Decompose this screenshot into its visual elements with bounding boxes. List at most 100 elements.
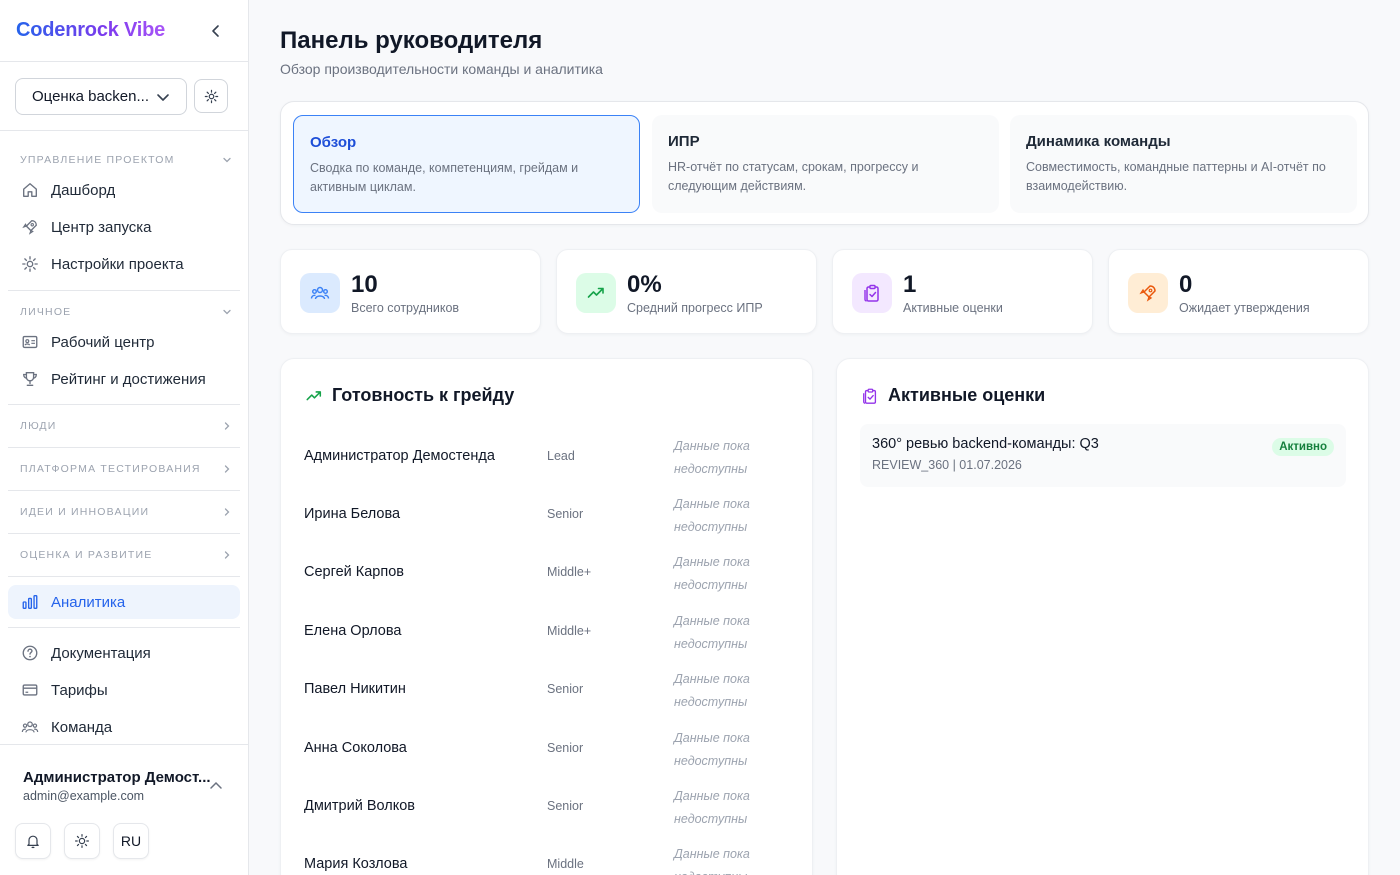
clipboard-check-icon (860, 386, 880, 406)
employee-name: Сергей Карпов (304, 564, 404, 580)
employee-grade: Senior (547, 682, 584, 696)
sidebar-item-team[interactable]: Команда (8, 710, 240, 744)
section-project-management[interactable]: Управление проектом (20, 154, 232, 166)
sidebar-item-launch-center[interactable]: Центр запуска (8, 210, 240, 244)
tab-idp[interactable]: ИПР HR-отчёт по статусам, срокам, прогре… (652, 115, 999, 213)
section-personal[interactable]: Личное (20, 306, 232, 318)
table-row[interactable]: Мария Козлова Middle Данные пока недосту… (304, 836, 784, 875)
tab-title: ИПР (668, 133, 700, 150)
sidebar-item-label: Команда (51, 718, 113, 736)
sidebar-item-workspace[interactable]: Рабочий центр (8, 325, 240, 359)
chevron-down-icon (223, 309, 231, 315)
user-name: Администратор Демост... (23, 769, 211, 786)
employee-name: Павел Никитин (304, 681, 406, 697)
panel-title: Активные оценки (888, 385, 1046, 405)
page-subtitle: Обзор производительности команды и анали… (280, 61, 603, 77)
sidebar-item-label: Рабочий центр (51, 333, 155, 351)
brand-logo[interactable]: Codenrock Vibe (16, 19, 165, 42)
sidebar-item-dashboard[interactable]: Дашборд (8, 173, 240, 207)
divider (8, 290, 240, 291)
sidebar-item-pricing[interactable]: Тарифы (8, 673, 240, 707)
sidebar-item-label: Аналитика (51, 593, 126, 611)
readiness-status: Данные пока недоступны (674, 497, 750, 534)
employee-name: Дмитрий Волков (304, 798, 415, 814)
section-testing-platform[interactable]: Платформа тестирования (20, 463, 232, 475)
project-settings-button[interactable] (194, 79, 228, 113)
section-title: Платформа тестирования (20, 463, 201, 475)
employee-name: Ирина Белова (304, 506, 401, 522)
employee-grade: Senior (547, 799, 584, 813)
review-item[interactable]: 360° ревью backend-команды: Q3 REVIEW_36… (860, 424, 1346, 487)
section-assessment[interactable]: Оценка и развитие (20, 549, 232, 561)
sidebar-item-project-settings[interactable]: Настройки проекта (8, 247, 240, 281)
section-title: Идеи и инновации (20, 506, 150, 518)
section-people[interactable]: Люди (20, 420, 232, 432)
active-reviews-panel: Активные оценки 360° ревью backend-коман… (836, 358, 1369, 875)
table-row[interactable]: Сергей Карпов Middle+ Данные пока недост… (304, 544, 784, 602)
tab-description: HR-отчёт по статусам, срокам, прогрессу … (668, 160, 919, 193)
sidebar: Codenrock Vibe Оценка backen... Управлен… (0, 0, 249, 875)
language-button[interactable]: RU (113, 823, 149, 859)
user-profile[interactable]: Администратор Демост... admin@example.co… (23, 769, 233, 803)
user-email: admin@example.com (23, 789, 145, 803)
sidebar-item-label: Настройки проекта (51, 255, 184, 273)
project-select[interactable]: Оценка backen... (15, 78, 187, 115)
employee-grade: Senior (547, 507, 584, 521)
dashboard-tabs: Обзор Сводка по команде, компетенциям, г… (280, 101, 1369, 225)
theme-toggle-button[interactable] (64, 823, 100, 859)
readiness-status: Данные пока недоступны (674, 731, 750, 768)
divider (8, 627, 240, 628)
stat-card-active-reviews: 1 Активные оценки (832, 249, 1093, 334)
table-row[interactable]: Анна Соколова Senior Данные пока недосту… (304, 720, 784, 778)
table-row[interactable]: Ирина Белова Senior Данные пока недоступ… (304, 486, 784, 544)
rocket-icon (1128, 273, 1168, 313)
sidebar-item-analytics[interactable]: Аналитика (8, 585, 240, 619)
divider (8, 404, 240, 405)
employee-name: Елена Орлова (304, 623, 402, 639)
review-meta: REVIEW_360 | 01.07.2026 (872, 458, 1022, 472)
sidebar-item-docs[interactable]: Документация (8, 636, 240, 670)
collapse-sidebar-button[interactable] (205, 20, 227, 42)
tab-title: Динамика команды (1026, 133, 1171, 150)
panel-header: Готовность к грейду (304, 385, 514, 406)
stat-label: Всего сотрудников (351, 301, 460, 315)
employee-grade: Senior (547, 741, 584, 755)
trending-up-icon (576, 273, 616, 313)
section-ideas[interactable]: Идеи и инновации (20, 506, 232, 518)
clipboard-check-icon (852, 273, 892, 313)
stat-card-employees: 10 Всего сотрудников (280, 249, 541, 334)
table-row[interactable]: Елена Орлова Middle+ Данные пока недосту… (304, 603, 784, 661)
page-title: Панель руководителя (280, 27, 543, 54)
tab-team-dynamics[interactable]: Динамика команды Совместимость, командны… (1010, 115, 1357, 213)
gear-icon (20, 254, 40, 274)
readiness-status: Данные пока недоступны (674, 789, 750, 826)
stat-value: 0% (627, 271, 662, 298)
divider (0, 130, 248, 131)
bell-icon (27, 835, 39, 849)
stat-card-pending-approval: 0 Ожидает утверждения (1108, 249, 1369, 334)
tab-description: Совместимость, командные паттерны и AI-о… (1026, 160, 1326, 193)
section-title: Личное (20, 306, 72, 318)
stat-value: 0 (1179, 271, 1193, 298)
tab-overview[interactable]: Обзор Сводка по команде, компетенциям, г… (293, 115, 640, 213)
divider (8, 576, 240, 577)
stat-card-idp-progress: 0% Средний прогресс ИПР (556, 249, 817, 334)
trending-up-icon (304, 386, 324, 406)
employee-grade: Lead (547, 449, 575, 463)
stat-label: Средний прогресс ИПР (627, 301, 763, 315)
stat-label: Ожидает утверждения (1179, 301, 1310, 315)
table-row[interactable]: Павел Никитин Senior Данные пока недосту… (304, 661, 784, 719)
employee-name: Администратор Демостенда (304, 448, 495, 464)
users-icon (300, 273, 340, 313)
home-icon (20, 180, 40, 200)
table-row[interactable]: Администратор Демостенда Lead Данные пок… (304, 428, 784, 486)
notifications-button[interactable] (15, 823, 51, 859)
stat-value: 1 (903, 271, 917, 298)
sidebar-item-rating[interactable]: Рейтинг и достижения (8, 362, 240, 396)
chevron-up-icon[interactable] (208, 778, 224, 794)
employee-name: Анна Соколова (304, 740, 407, 756)
stat-label: Активные оценки (903, 301, 1003, 315)
divider (0, 61, 248, 62)
table-row[interactable]: Дмитрий Волков Senior Данные пока недост… (304, 778, 784, 836)
sidebar-item-label: Рейтинг и достижения (51, 370, 206, 388)
